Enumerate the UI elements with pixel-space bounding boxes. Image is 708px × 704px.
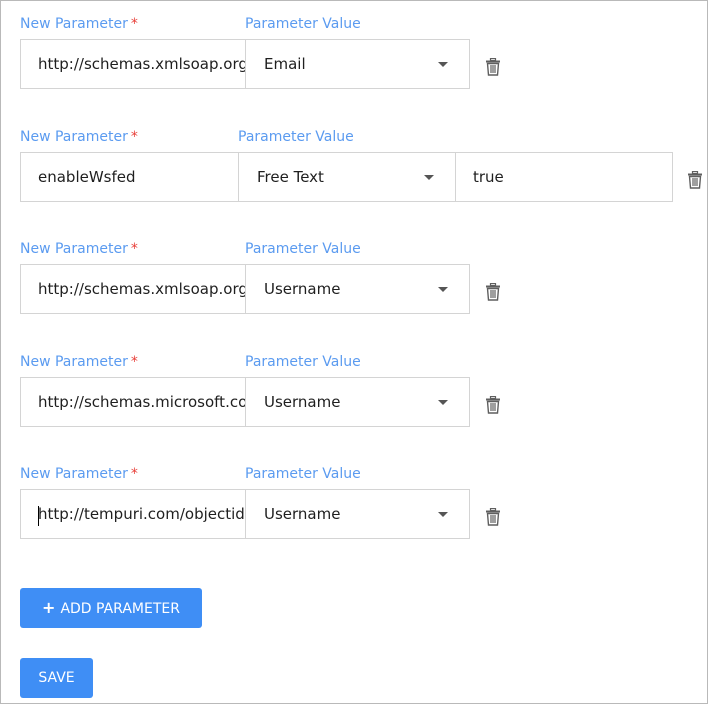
parameter-value-label: Parameter Value bbox=[245, 16, 361, 32]
chevron-down-icon bbox=[438, 62, 448, 67]
parameter-value-select[interactable]: Username bbox=[245, 489, 470, 539]
parameter-name-input[interactable]: enableWsfed bbox=[20, 152, 239, 202]
select-value: Email bbox=[264, 55, 306, 73]
parameter-value-select[interactable]: Username bbox=[245, 264, 470, 314]
parameter-name-input[interactable]: http://schemas.microsoft.com/identity/cl… bbox=[20, 377, 246, 427]
add-parameter-label: ADD PARAMETER bbox=[60, 601, 180, 617]
parameter-name-input[interactable]: http://schemas.xmlsoap.org/ws/2005/05/id… bbox=[20, 264, 246, 314]
parameter-value-label: Parameter Value bbox=[238, 129, 354, 145]
free-text-input[interactable]: true bbox=[455, 152, 673, 202]
chevron-down-icon bbox=[438, 287, 448, 292]
save-button[interactable]: SAVE bbox=[20, 658, 93, 698]
new-parameter-label: New Parameter * bbox=[20, 16, 138, 32]
select-value: Username bbox=[264, 393, 341, 411]
chevron-down-icon bbox=[438, 512, 448, 517]
parameter-value-select[interactable]: Email bbox=[245, 39, 470, 89]
parameter-value-select[interactable]: Username bbox=[245, 377, 470, 427]
parameter-value-label: Parameter Value bbox=[245, 241, 361, 257]
parameter-value-select[interactable]: Free Text bbox=[238, 152, 456, 202]
parameters-panel: New Parameter * Parameter Value http://sc… bbox=[0, 0, 708, 704]
trash-icon[interactable] bbox=[687, 171, 703, 189]
select-value: Username bbox=[264, 505, 341, 523]
new-parameter-label: New Parameter * bbox=[20, 241, 138, 257]
new-parameter-label: New Parameter * bbox=[20, 466, 138, 482]
new-parameter-label: New Parameter * bbox=[20, 354, 138, 370]
parameter-name-input[interactable]: http://tempuri.com/objectid bbox=[20, 489, 246, 539]
chevron-down-icon bbox=[424, 175, 434, 180]
trash-icon[interactable] bbox=[485, 58, 501, 76]
select-value: Username bbox=[264, 280, 341, 298]
trash-icon[interactable] bbox=[485, 283, 501, 301]
text-cursor bbox=[38, 506, 39, 526]
trash-icon[interactable] bbox=[485, 396, 501, 414]
trash-icon[interactable] bbox=[485, 508, 501, 526]
parameter-value-label: Parameter Value bbox=[245, 466, 361, 482]
select-value: Free Text bbox=[257, 168, 324, 186]
parameter-name-input[interactable]: http://schemas.xmlsoap.org/ws/2005/05/id… bbox=[20, 39, 246, 89]
chevron-down-icon bbox=[438, 400, 448, 405]
add-parameter-button[interactable]: + ADD PARAMETER bbox=[20, 588, 202, 628]
new-parameter-label: New Parameter * bbox=[20, 129, 138, 145]
parameter-value-label: Parameter Value bbox=[245, 354, 361, 370]
plus-icon: + bbox=[42, 598, 56, 617]
